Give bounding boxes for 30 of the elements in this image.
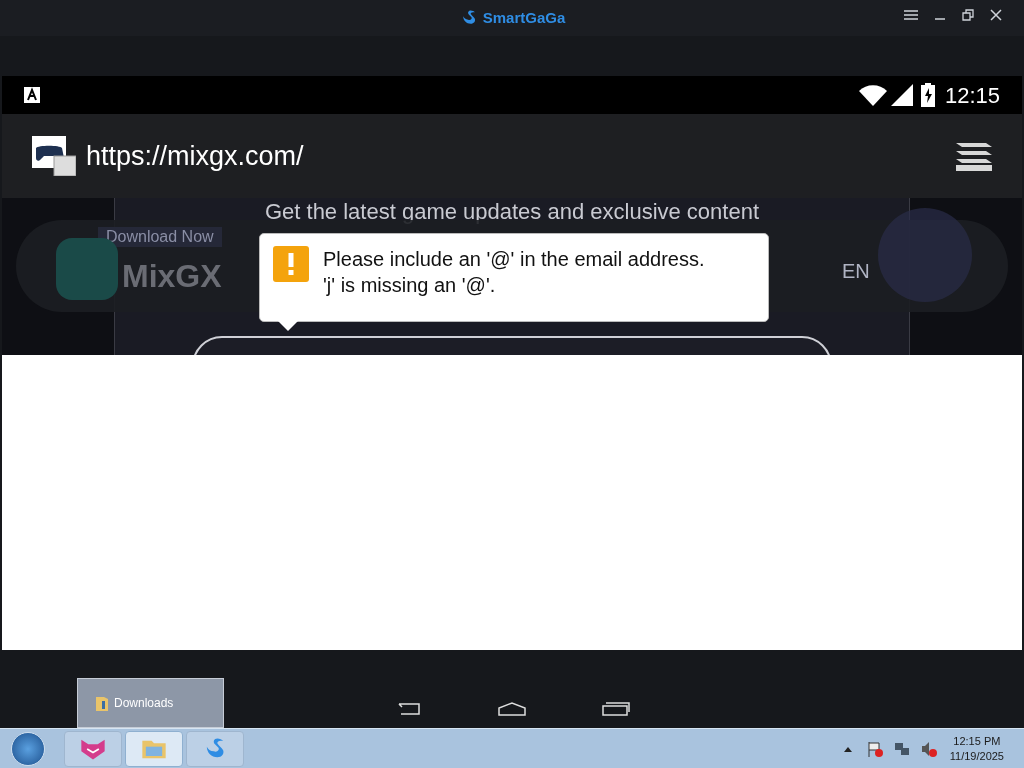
clock-date[interactable]: 11/19/2025: [949, 748, 1004, 764]
status-time: 12:15: [944, 81, 1000, 110]
tray-expand-icon[interactable]: [843, 745, 852, 752]
flag-icon[interactable]: [866, 740, 883, 757]
taskbar-app-button[interactable]: [64, 730, 122, 767]
battery-icon: [920, 83, 935, 107]
validation-message: 'j' is missing an '@'.: [323, 273, 497, 298]
url-text[interactable]: https://mixgx.com/: [86, 135, 304, 177]
wifi-icon: [858, 84, 887, 106]
menu-icon[interactable]: [904, 9, 918, 21]
warning-icon: [273, 246, 309, 282]
signal-icon: [890, 84, 913, 106]
language-text: EN: [842, 259, 870, 284]
clock-time[interactable]: 12:15 PM: [953, 733, 1001, 749]
preview-title: Downloads: [114, 695, 174, 712]
window-title: SmartGaGa: [482, 7, 566, 28]
network-icon[interactable]: [893, 740, 910, 757]
download-button[interactable]: Download Now: [98, 227, 222, 247]
brand-text: MixGX: [122, 257, 222, 296]
speaker-muted-icon[interactable]: [920, 740, 937, 757]
folder-icon: [96, 695, 108, 711]
keyboard-a-icon: [24, 87, 40, 103]
back-icon[interactable]: [395, 702, 423, 716]
close-icon[interactable]: [990, 9, 1002, 21]
tabs-stack-icon[interactable]: [956, 141, 992, 171]
home-icon[interactable]: [498, 702, 526, 716]
tagline-text: Get the latest game updates and exclusive content: [263, 198, 761, 226]
recents-icon[interactable]: [602, 702, 630, 716]
validation-message: Please include an '@' in the email address.: [323, 247, 705, 272]
restore-icon[interactable]: [962, 9, 974, 21]
